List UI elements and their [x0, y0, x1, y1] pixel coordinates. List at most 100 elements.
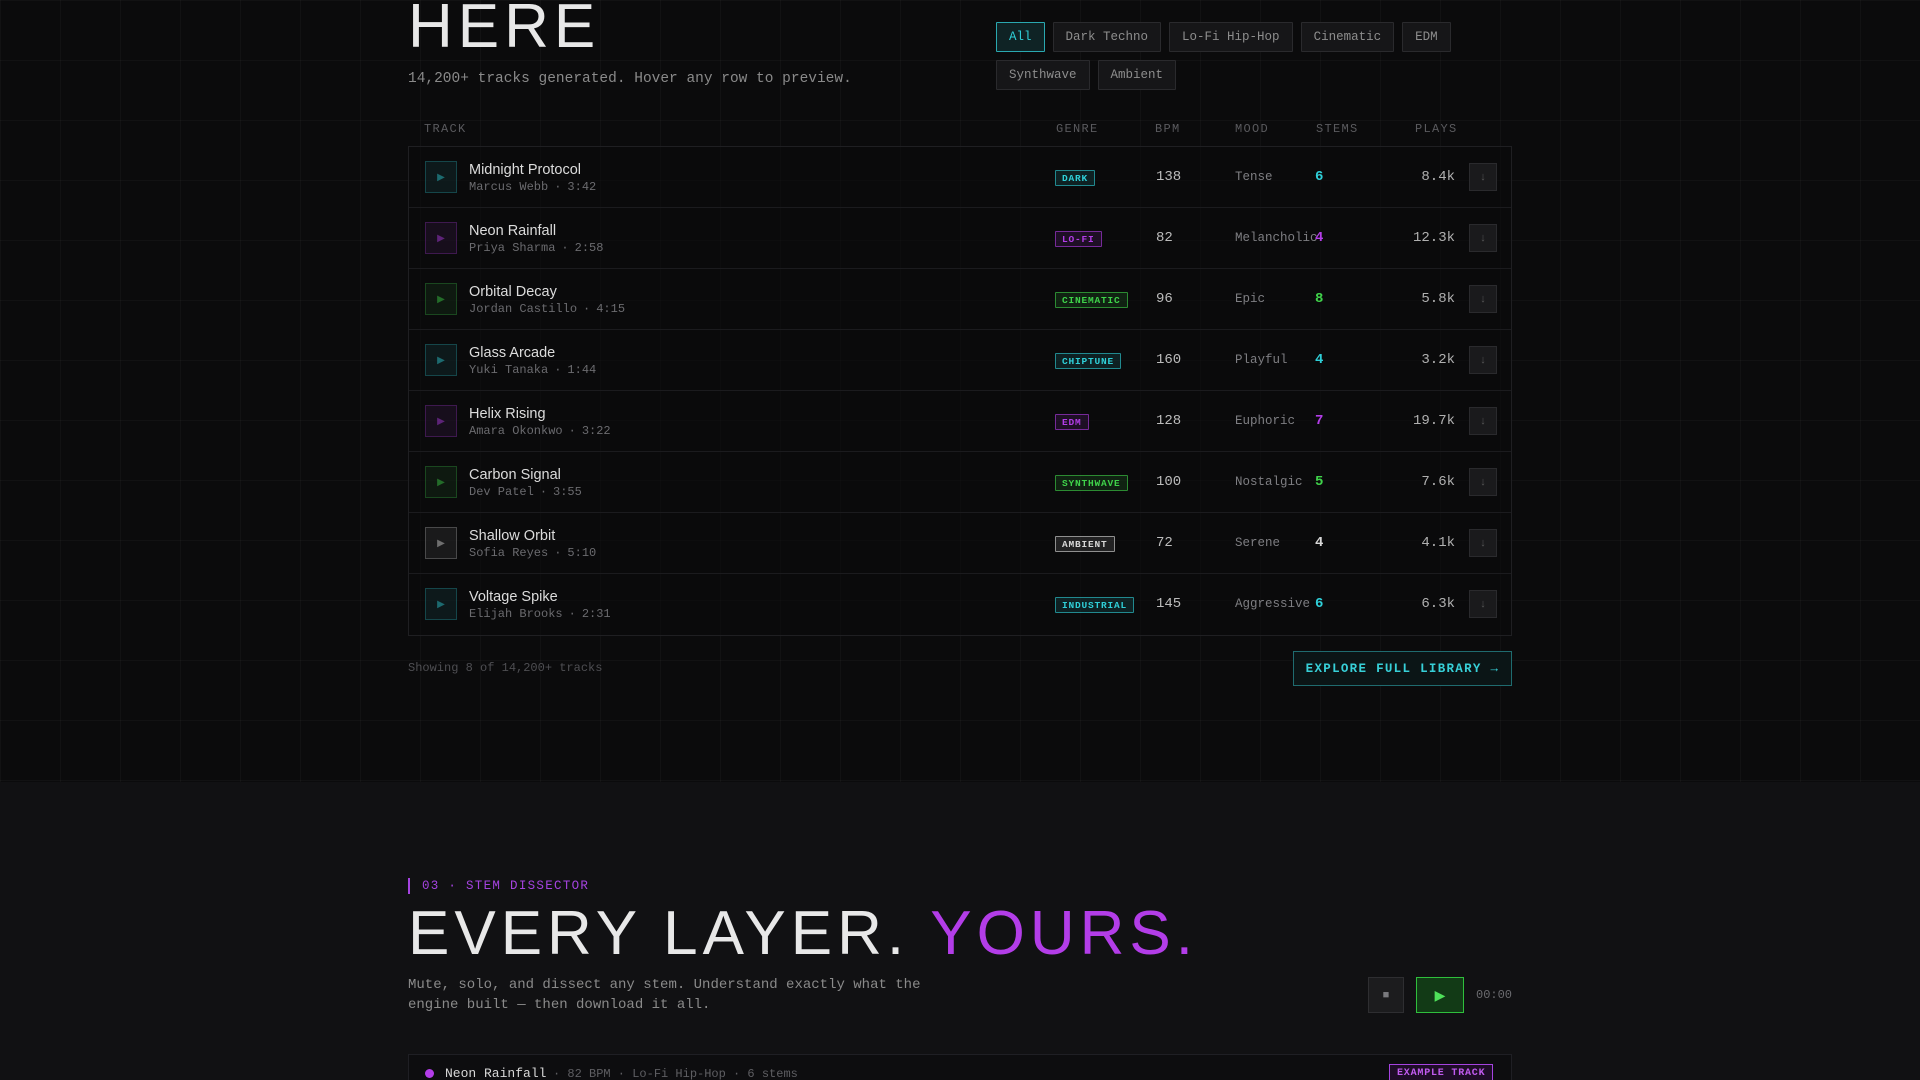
showing-count: Showing 8 of 14,200+ tracks [408, 661, 603, 675]
section-kicker: 03 · STEM DISSECTOR [408, 878, 589, 894]
track-stems: 4 [1315, 352, 1324, 368]
track-meta: Marcus Webb · 3:42 [469, 180, 597, 194]
filter-chip[interactable]: Cinematic [1300, 22, 1395, 52]
download-button[interactable]: ↓ [1469, 468, 1497, 496]
table-row[interactable]: ▶ Orbital Decay Jordan Castillo · 4:15 CINEMA… [409, 269, 1511, 330]
play-icon: ▶ [437, 171, 445, 183]
download-button[interactable]: ↓ [1469, 285, 1497, 313]
col-track: TRACK [424, 122, 467, 136]
row-play-button[interactable]: ▶ [425, 527, 457, 559]
track-name: Orbital Decay [469, 284, 557, 300]
table-row[interactable]: ▶ Shallow Orbit Sofia Reyes · 5:10 AMBIENT 72 S… [409, 513, 1511, 574]
download-icon: ↓ [1480, 232, 1486, 244]
track-artist: Priya Sharma [469, 241, 556, 255]
track-meta: Dev Patel · 3:55 [469, 485, 582, 499]
track-meta: Yuki Tanaka · 1:44 [469, 363, 597, 377]
col-stems: STEMS [1316, 122, 1359, 136]
genre-badge: SYNTHWAVE [1055, 475, 1128, 491]
filter-chip[interactable]: Ambient [1097, 60, 1177, 90]
current-track-bar: Neon Rainfall · 82 BPM · Lo-Fi Hip-Hop ·… [408, 1054, 1512, 1080]
library-subtitle: 14,200+ tracks generated. Hover any row … [408, 71, 852, 87]
track-mood: Melancholic [1235, 231, 1318, 245]
explore-library-button[interactable]: EXPLORE FULL LIBRARY → [1293, 651, 1512, 686]
table-row[interactable]: ▶ Voltage Spike Elijah Brooks · 2:31 INDUSTRI… [409, 574, 1511, 635]
table-row[interactable]: ▶ Neon Rainfall Priya Sharma · 2:58 LO-FI 82 Me… [409, 208, 1511, 269]
track-meta: Elijah Brooks · 2:31 [469, 607, 611, 621]
page: HERE 14,200+ tracks generated. Hover any… [0, 0, 1920, 1080]
track-meta: Jordan Castillo · 4:15 [469, 302, 626, 316]
track-stems: 6 [1315, 596, 1324, 612]
track-duration: 4:15 [596, 302, 626, 316]
row-play-button[interactable]: ▶ [425, 588, 457, 620]
row-play-button[interactable]: ▶ [425, 466, 457, 498]
filter-chip[interactable]: Synthwave [996, 60, 1090, 90]
stem-description: Mute, solo, and dissect any stem. Unders… [408, 977, 921, 1013]
stop-icon: ■ [1382, 989, 1390, 1001]
col-plays: PLAYS [1415, 122, 1458, 136]
filter-chip[interactable]: All [996, 22, 1045, 52]
track-mood: Tense [1235, 170, 1273, 184]
download-button[interactable]: ↓ [1469, 529, 1497, 557]
row-play-button[interactable]: ▶ [425, 222, 457, 254]
table-row[interactable]: ▶ Glass Arcade Yuki Tanaka · 1:44 CHIPTUNE 160… [409, 330, 1511, 391]
play-icon: ▶ [437, 354, 445, 366]
download-button[interactable]: ↓ [1469, 346, 1497, 374]
track-stems: 4 [1315, 535, 1324, 551]
track-duration: 3:55 [553, 485, 582, 499]
track-duration: 3:22 [581, 424, 611, 438]
play-icon: ▶ [437, 293, 445, 305]
track-stems: 8 [1315, 291, 1324, 307]
download-button[interactable]: ↓ [1469, 590, 1497, 618]
row-play-button[interactable]: ▶ [425, 405, 457, 437]
track-bpm: 128 [1156, 413, 1182, 429]
play-button[interactable]: ▶ [1416, 977, 1464, 1013]
track-artist: Dev Patel [469, 485, 534, 499]
table-row[interactable]: ▶ Midnight Protocol Marcus Webb · 3:42 DARK 13… [409, 147, 1511, 208]
row-play-button[interactable]: ▶ [425, 344, 457, 376]
row-play-button[interactable]: ▶ [425, 161, 457, 193]
genre-badge: CINEMATIC [1055, 292, 1128, 308]
track-artist: Sofia Reyes [469, 546, 549, 560]
track-name: Neon Rainfall [469, 223, 557, 239]
track-stems: 7 [1315, 413, 1324, 429]
track-plays: 7.6k [1421, 474, 1455, 490]
download-button[interactable]: ↓ [1469, 163, 1497, 191]
download-icon: ↓ [1480, 476, 1486, 488]
table-row[interactable]: ▶ Helix Rising Amara Okonkwo · 3:22 EDM 128 Eup… [409, 391, 1511, 452]
track-artist: Marcus Webb [469, 180, 549, 194]
playback-time: 00:00 [1476, 988, 1513, 1002]
track-plays: 19.7k [1412, 413, 1455, 429]
download-button[interactable]: ↓ [1469, 224, 1497, 252]
track-mood: Aggressive [1235, 597, 1311, 611]
track-dot [425, 1069, 434, 1078]
track-name: Glass Arcade [469, 345, 556, 361]
current-track-name: Neon Rainfall [445, 1066, 547, 1080]
download-icon: ↓ [1480, 598, 1486, 610]
track-name: Helix Rising [469, 406, 546, 422]
download-button[interactable]: ↓ [1469, 407, 1497, 435]
filter-chip[interactable]: Dark Techno [1052, 22, 1162, 52]
filter-chip[interactable]: EDM [1402, 22, 1451, 52]
track-mood: Nostalgic [1235, 475, 1303, 489]
track-duration: 1:44 [567, 363, 597, 377]
play-icon: ▶ [437, 232, 445, 244]
stem-title: EVERY LAYER. YOURS. [408, 903, 1198, 965]
track-artist: Elijah Brooks [469, 607, 563, 621]
table-row[interactable]: ▶ Carbon Signal Dev Patel · 3:55 SYNTHWAVE 100… [409, 452, 1511, 513]
track-stems: 6 [1315, 169, 1324, 185]
row-play-button[interactable]: ▶ [425, 283, 457, 315]
track-bpm: 138 [1156, 169, 1182, 185]
track-stems: 5 [1315, 474, 1324, 490]
track-mood: Playful [1235, 353, 1288, 367]
track-bpm: 160 [1156, 352, 1182, 368]
col-mood: MOOD [1235, 122, 1270, 136]
current-track-meta: · 82 BPM · Lo-Fi Hip-Hop · 6 stems [553, 1067, 798, 1080]
stop-button[interactable]: ■ [1368, 977, 1404, 1013]
library-title: HERE [408, 0, 601, 61]
track-bpm: 145 [1156, 596, 1182, 612]
download-icon: ↓ [1480, 537, 1486, 549]
download-icon: ↓ [1480, 415, 1486, 427]
col-genre: GENRE [1056, 122, 1099, 136]
genre-badge: LO-FI [1055, 231, 1102, 247]
filter-chip[interactable]: Lo-Fi Hip-Hop [1169, 22, 1293, 52]
